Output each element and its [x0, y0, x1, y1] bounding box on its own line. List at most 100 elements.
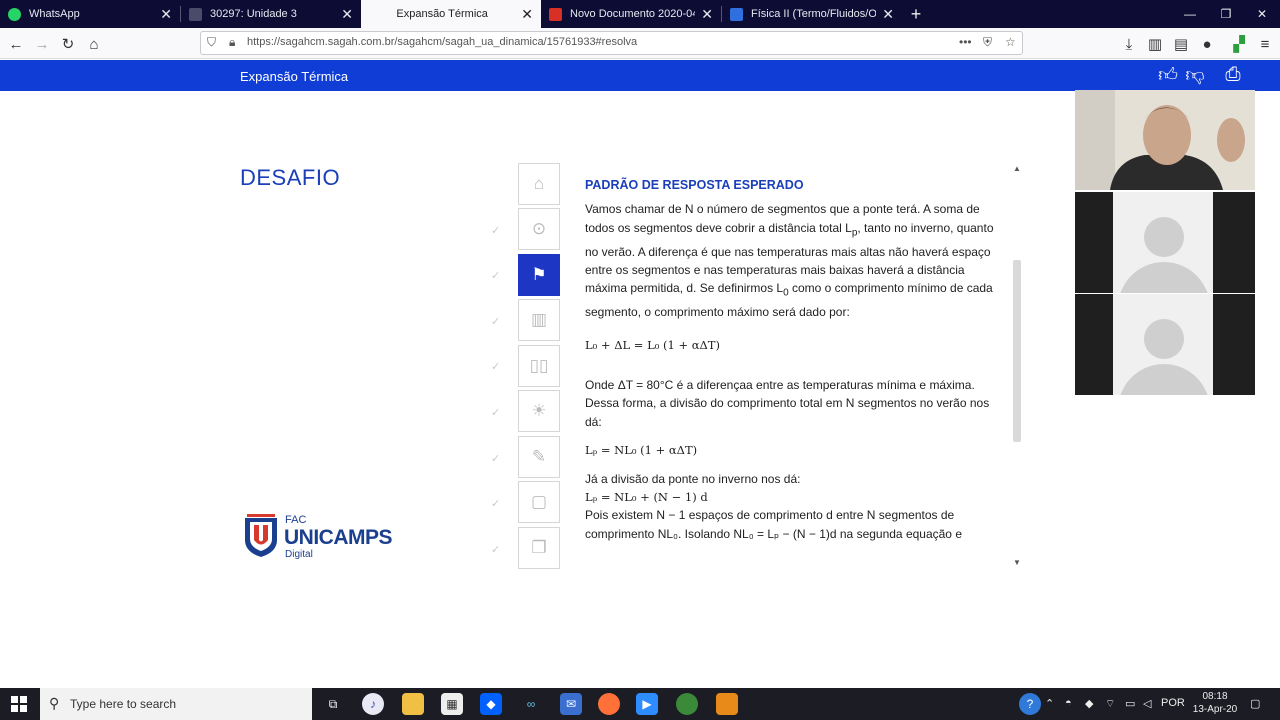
check-icon: ✓ [491, 453, 501, 465]
nav-map-button[interactable]: ▥ [518, 299, 560, 341]
store-icon[interactable]: ▦ [441, 693, 463, 715]
forward-arrow-icon[interactable]: → [31, 33, 53, 55]
infinity-app-icon[interactable]: ∞ [520, 693, 542, 715]
tab-title: Novo Documento 2020-04-13 ( [570, 8, 695, 20]
tab-expansao-termica[interactable]: Expansão Térmica ✕ [361, 0, 541, 28]
tray-dropbox-icon[interactable]: ◆ [1085, 697, 1093, 710]
logo-name-text: UNICAMPS [284, 526, 393, 549]
tray-network-icon[interactable]: ⌔ [1105, 697, 1115, 711]
account-icon[interactable]: ● [1196, 33, 1218, 55]
check-icon: ✓ [491, 407, 501, 419]
unicamps-logo: FAC UNICAMPS Digital [243, 512, 393, 560]
menu-icon[interactable]: ≡ [1254, 33, 1276, 55]
tray-volume-icon[interactable]: ◁ [1143, 697, 1151, 710]
nav-clipboard-button[interactable]: ▢ [518, 481, 560, 523]
mail-icon[interactable]: ✉ [560, 693, 582, 715]
check-icon: ✓ [491, 316, 501, 328]
map-icon: ▥ [530, 310, 548, 329]
new-tab-button[interactable]: + [902, 0, 930, 28]
print-icon[interactable]: ⎙ [1220, 64, 1246, 86]
library-icon[interactable]: ▥ [1144, 33, 1166, 55]
nav-idea-button[interactable]: ☀ [518, 390, 560, 432]
whatsapp-icon [8, 7, 21, 21]
check-icon: ✓ [491, 270, 501, 282]
help-icon[interactable]: ? [1019, 693, 1041, 715]
bookmark-star-icon[interactable]: ☆ [1005, 35, 1016, 49]
close-tab-icon[interactable]: ✕ [521, 6, 533, 23]
tab-title: Expansão Térmica [396, 8, 488, 20]
scroll-up-icon[interactable]: ▲ [1011, 164, 1023, 176]
tray-battery-icon[interactable]: ▭ [1125, 697, 1135, 710]
start-button[interactable] [0, 688, 38, 720]
firefox-icon[interactable] [598, 693, 620, 715]
extension-icon[interactable]: ▞ [1228, 33, 1250, 55]
browser-tab-strip: WhatsApp ✕ 30297: Unidade 3 ✕ Expansão T… [0, 0, 1280, 28]
pocket-icon[interactable]: ⛨ [983, 35, 992, 50]
notifications-icon[interactable]: ▢ [1250, 697, 1260, 710]
reload-icon[interactable]: ↻ [57, 33, 79, 55]
close-tab-icon[interactable]: ✕ [701, 6, 713, 23]
search-placeholder: Type here to search [70, 697, 177, 711]
geogebra-icon[interactable] [676, 693, 698, 715]
tab-unidade-3[interactable]: 30297: Unidade 3 ✕ [181, 0, 361, 28]
app-header: Expansão Térmica 👍︎ 👎︎ ⎙ [0, 60, 1280, 91]
paragraph-3: Já a divisão da ponte no inverno nos dá: [585, 471, 801, 486]
close-tab-icon[interactable]: ✕ [882, 6, 894, 23]
camera-feed-tile [1075, 90, 1255, 190]
page-actions-icon[interactable]: ••• [959, 35, 972, 49]
close-window-icon[interactable]: ✕ [1244, 0, 1280, 28]
scroll-down-icon[interactable]: ▼ [1011, 558, 1023, 570]
edit-icon: ✎ [531, 447, 547, 466]
nav-book-button[interactable]: ▯▯ [518, 345, 560, 387]
clock-time: 08:18 [1202, 691, 1228, 702]
back-arrow-icon[interactable]: ← [5, 33, 27, 55]
close-tab-icon[interactable]: ✕ [160, 6, 172, 23]
shield-logo-icon [245, 514, 277, 557]
nav-exercise-button[interactable]: ✎ [518, 436, 560, 478]
url-text[interactable]: https://sagahcm.sagah.com.br/sagahcm/sag… [247, 36, 637, 48]
paragraph-2: Onde ΔT = 80°C é a diferençaa entre as t… [585, 378, 990, 429]
tray-language[interactable]: POR [1161, 697, 1185, 709]
document-app-icon[interactable] [716, 693, 738, 715]
paragraph-1: Vamos chamar de N o número de segmentos … [585, 200, 1005, 321]
nav-challenge-button[interactable]: ⚑ [518, 254, 560, 296]
content-scrollbar[interactable]: ▲ ▼ [1011, 162, 1023, 572]
maximize-icon[interactable]: ❐ [1208, 0, 1244, 28]
participant-tile [1075, 192, 1255, 293]
book-icon: ▯▯ [529, 356, 549, 375]
zoom-icon[interactable]: ▶ [636, 693, 658, 715]
video-call-panel [1075, 90, 1255, 395]
check-icon: ✓ [491, 361, 501, 373]
tray-security-icon[interactable]: ◓ [1065, 697, 1072, 709]
tray-clock[interactable]: 08:18 13-Apr-20 [1190, 690, 1240, 716]
thumbs-up-icon[interactable]: 👍︎ [1155, 64, 1181, 86]
lock-icon[interactable]: 🔒︎ [229, 35, 235, 50]
nav-home-button[interactable]: ⌂ [518, 163, 560, 205]
home-icon[interactable]: ⌂ [83, 33, 105, 55]
person-camera-image [1075, 90, 1255, 190]
flag-icon: ⚑ [531, 265, 547, 284]
taskbar-search[interactable]: ⚲ Type here to search [40, 688, 312, 720]
nav-documents-button[interactable]: ❐ [518, 527, 560, 569]
download-icon[interactable]: ⤓ [1118, 33, 1140, 55]
dropbox-icon[interactable]: ◆ [480, 693, 502, 715]
minimize-icon[interactable]: — [1172, 0, 1208, 28]
nav-location-button[interactable]: ⊙ [518, 208, 560, 250]
avatar-head-icon [1144, 319, 1184, 359]
tab-whatsapp[interactable]: WhatsApp ✕ [0, 0, 180, 28]
map-pin-icon: ⊙ [531, 219, 547, 238]
close-tab-icon[interactable]: ✕ [341, 6, 353, 23]
shield-icon[interactable]: ⛉ [207, 35, 216, 50]
tray-chevron-icon[interactable]: ⌃ [1045, 697, 1054, 710]
tab-fisica-ii[interactable]: Física II (Termo/Fluidos/Oscilaç ✕ [722, 0, 902, 28]
address-bar[interactable]: ⛉ 🔒︎ https://sagahcm.sagah.com.br/sagahc… [200, 31, 1023, 55]
participant-tile [1075, 294, 1255, 395]
itunes-icon[interactable]: ♪ [362, 693, 384, 715]
sidebar-icon[interactable]: ▤ [1170, 33, 1192, 55]
thumbs-down-icon[interactable]: 👎︎ [1182, 64, 1208, 86]
scrollbar-thumb[interactable] [1013, 260, 1021, 442]
file-explorer-icon[interactable] [402, 693, 424, 715]
tab-novo-documento[interactable]: Novo Documento 2020-04-13 ( ✕ [541, 0, 721, 28]
task-view-icon[interactable]: ⧉ [322, 693, 344, 715]
check-icon: ✓ [491, 498, 501, 510]
